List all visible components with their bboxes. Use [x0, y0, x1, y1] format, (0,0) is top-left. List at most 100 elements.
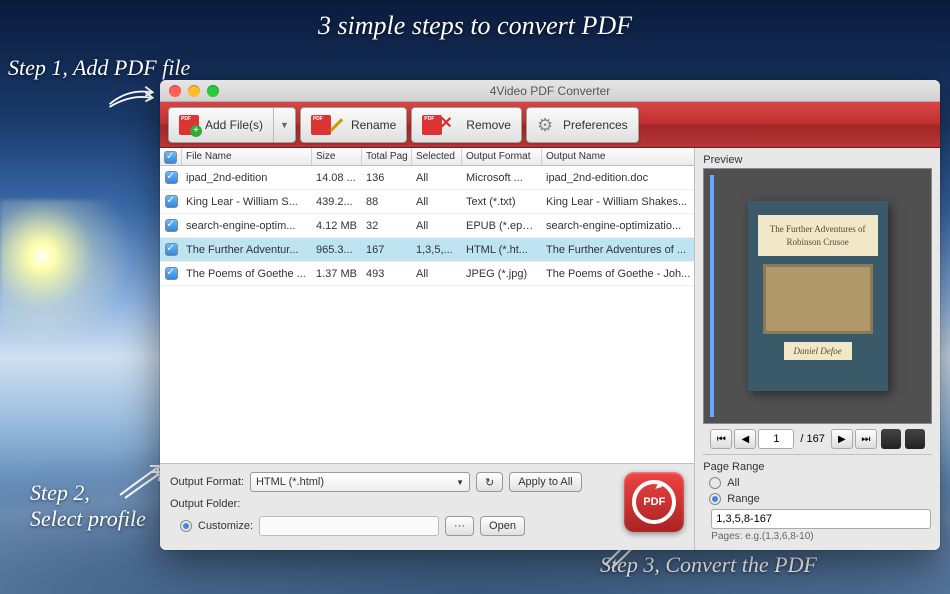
table-row[interactable]: The Poems of Goethe ...1.37 MB493AllJPEG…	[160, 262, 694, 286]
first-page-button[interactable]: ⏮	[710, 429, 732, 449]
preview-label: Preview	[703, 150, 932, 168]
convert-button[interactable]: PDF	[624, 472, 684, 532]
customize-label: Customize:	[198, 520, 253, 532]
prev-page-button[interactable]: ◀	[734, 429, 756, 449]
cell-filename: The Further Adventur...	[182, 244, 312, 256]
cell-outputname: The Further Adventures of ...	[542, 244, 694, 256]
output-folder-label: Output Folder:	[170, 498, 240, 510]
output-format-label: Output Format:	[170, 476, 244, 488]
book-cover: The Further Adventures of Robinson Cruso…	[748, 201, 888, 391]
cell-totalpage: 493	[362, 268, 412, 280]
cell-size: 1.37 MB	[312, 268, 362, 280]
page-number-input[interactable]	[758, 429, 794, 449]
book-author: Daniel Defoe	[784, 342, 852, 360]
cell-outputname: search-engine-optimizatio...	[542, 220, 694, 232]
range-custom-radio[interactable]	[709, 493, 721, 505]
cell-format: Text (*.txt)	[462, 196, 542, 208]
col-selected[interactable]: Selected	[412, 148, 462, 165]
table-row[interactable]: search-engine-optim...4.12 MB32AllEPUB (…	[160, 214, 694, 238]
cell-filename: The Poems of Goethe ...	[182, 268, 312, 280]
preferences-button[interactable]: Preferences	[526, 107, 639, 143]
preview-pane: The Further Adventures of Robinson Cruso…	[703, 168, 932, 424]
last-page-button[interactable]: ⏭	[855, 429, 877, 449]
cell-format: JPEG (*.jpg)	[462, 268, 542, 280]
cell-totalpage: 88	[362, 196, 412, 208]
table-row[interactable]: King Lear - William S...439.2...88AllTex…	[160, 190, 694, 214]
row-checkbox[interactable]	[165, 195, 178, 208]
range-custom-label: Range	[727, 493, 759, 505]
page-total: / 167	[796, 433, 828, 445]
cell-size: 965.3...	[312, 244, 362, 256]
row-checkbox[interactable]	[165, 267, 178, 280]
pdf-icon	[422, 115, 442, 135]
cell-size: 4.12 MB	[312, 220, 362, 232]
table-row[interactable]: The Further Adventur...965.3...1671,3,5,…	[160, 238, 694, 262]
book-title: The Further Adventures of Robinson Cruso…	[758, 215, 878, 256]
arrow-icon	[105, 80, 160, 110]
annotation-step1: Step 1, Add PDF file	[8, 55, 190, 81]
select-all-checkbox[interactable]	[164, 151, 177, 164]
cell-size: 439.2...	[312, 196, 362, 208]
book-illustration	[763, 264, 873, 334]
file-table: ipad_2nd-edition14.08 ...136AllMicrosoft…	[160, 166, 694, 463]
annotation-title: 3 simple steps to convert PDF	[0, 10, 950, 41]
gear-icon	[537, 115, 557, 135]
cell-selected: All	[412, 268, 462, 280]
cell-selected: All	[412, 196, 462, 208]
toolbar: Add File(s) ▼ Rename Remove Preferences	[160, 102, 940, 148]
page-nav: ⏮ ◀ / 167 ▶ ⏭	[703, 424, 932, 454]
cell-totalpage: 167	[362, 244, 412, 256]
x-icon	[440, 115, 460, 135]
customize-path-input[interactable]	[259, 516, 439, 536]
cell-size: 14.08 ...	[312, 172, 362, 184]
cell-selected: All	[412, 172, 462, 184]
range-all-radio[interactable]	[709, 477, 721, 489]
cell-outputname: King Lear - William Shakes...	[542, 196, 694, 208]
fullscreen-button[interactable]	[905, 429, 925, 449]
col-filename[interactable]: File Name	[182, 148, 312, 165]
customize-radio[interactable]	[180, 520, 192, 532]
table-header: File Name Size Total Pag Selected Output…	[160, 148, 694, 166]
row-checkbox[interactable]	[165, 219, 178, 232]
open-folder-button[interactable]: Open	[480, 516, 525, 536]
rename-button[interactable]: Rename	[300, 107, 407, 143]
range-all-label: All	[727, 477, 739, 489]
cell-format: HTML (*.ht...	[462, 244, 542, 256]
cell-format: EPUB (*.epub)	[462, 220, 542, 232]
refresh-icon: ↻	[485, 476, 494, 489]
browse-button[interactable]: ···	[445, 516, 474, 536]
apply-to-all-button[interactable]: Apply to All	[509, 472, 581, 492]
titlebar: 4Video PDF Converter	[160, 80, 940, 102]
pencil-icon	[327, 116, 345, 134]
cell-selected: 1,3,5,...	[412, 244, 462, 256]
chevron-down-icon[interactable]: ▼	[273, 108, 295, 142]
col-outputformat[interactable]: Output Format	[462, 148, 542, 165]
col-size[interactable]: Size	[312, 148, 362, 165]
pdf-add-icon	[179, 115, 199, 135]
range-input[interactable]	[711, 509, 931, 529]
cell-filename: ipad_2nd-edition	[182, 172, 312, 184]
row-checkbox[interactable]	[165, 171, 178, 184]
rename-label: Rename	[351, 118, 396, 132]
row-checkbox[interactable]	[165, 243, 178, 256]
cell-filename: King Lear - William S...	[182, 196, 312, 208]
output-format-value: HTML (*.html)	[256, 476, 324, 488]
convert-icon: PDF	[632, 480, 676, 524]
col-totalpage[interactable]: Total Pag	[362, 148, 412, 165]
cell-totalpage: 32	[362, 220, 412, 232]
snapshot-button[interactable]	[881, 429, 901, 449]
table-row[interactable]: ipad_2nd-edition14.08 ...136AllMicrosoft…	[160, 166, 694, 190]
next-page-button[interactable]: ▶	[831, 429, 853, 449]
range-hint: Pages: e.g.(1,3,6,8-10)	[703, 531, 932, 542]
cell-format: Microsoft ...	[462, 172, 542, 184]
col-outputname[interactable]: Output Name	[542, 148, 694, 165]
window-title: 4Video PDF Converter	[160, 84, 940, 98]
arrow-icon	[115, 460, 165, 500]
cell-totalpage: 136	[362, 172, 412, 184]
page-range-panel: Page Range All Range Pages: e.g.(1,3,6,8…	[703, 454, 932, 542]
remove-button[interactable]: Remove	[411, 107, 522, 143]
add-file-button[interactable]: Add File(s) ▼	[168, 107, 296, 143]
cell-outputname: ipad_2nd-edition.doc	[542, 172, 694, 184]
output-format-select[interactable]: HTML (*.html) ▼	[250, 472, 470, 492]
refresh-button[interactable]: ↻	[476, 472, 503, 492]
